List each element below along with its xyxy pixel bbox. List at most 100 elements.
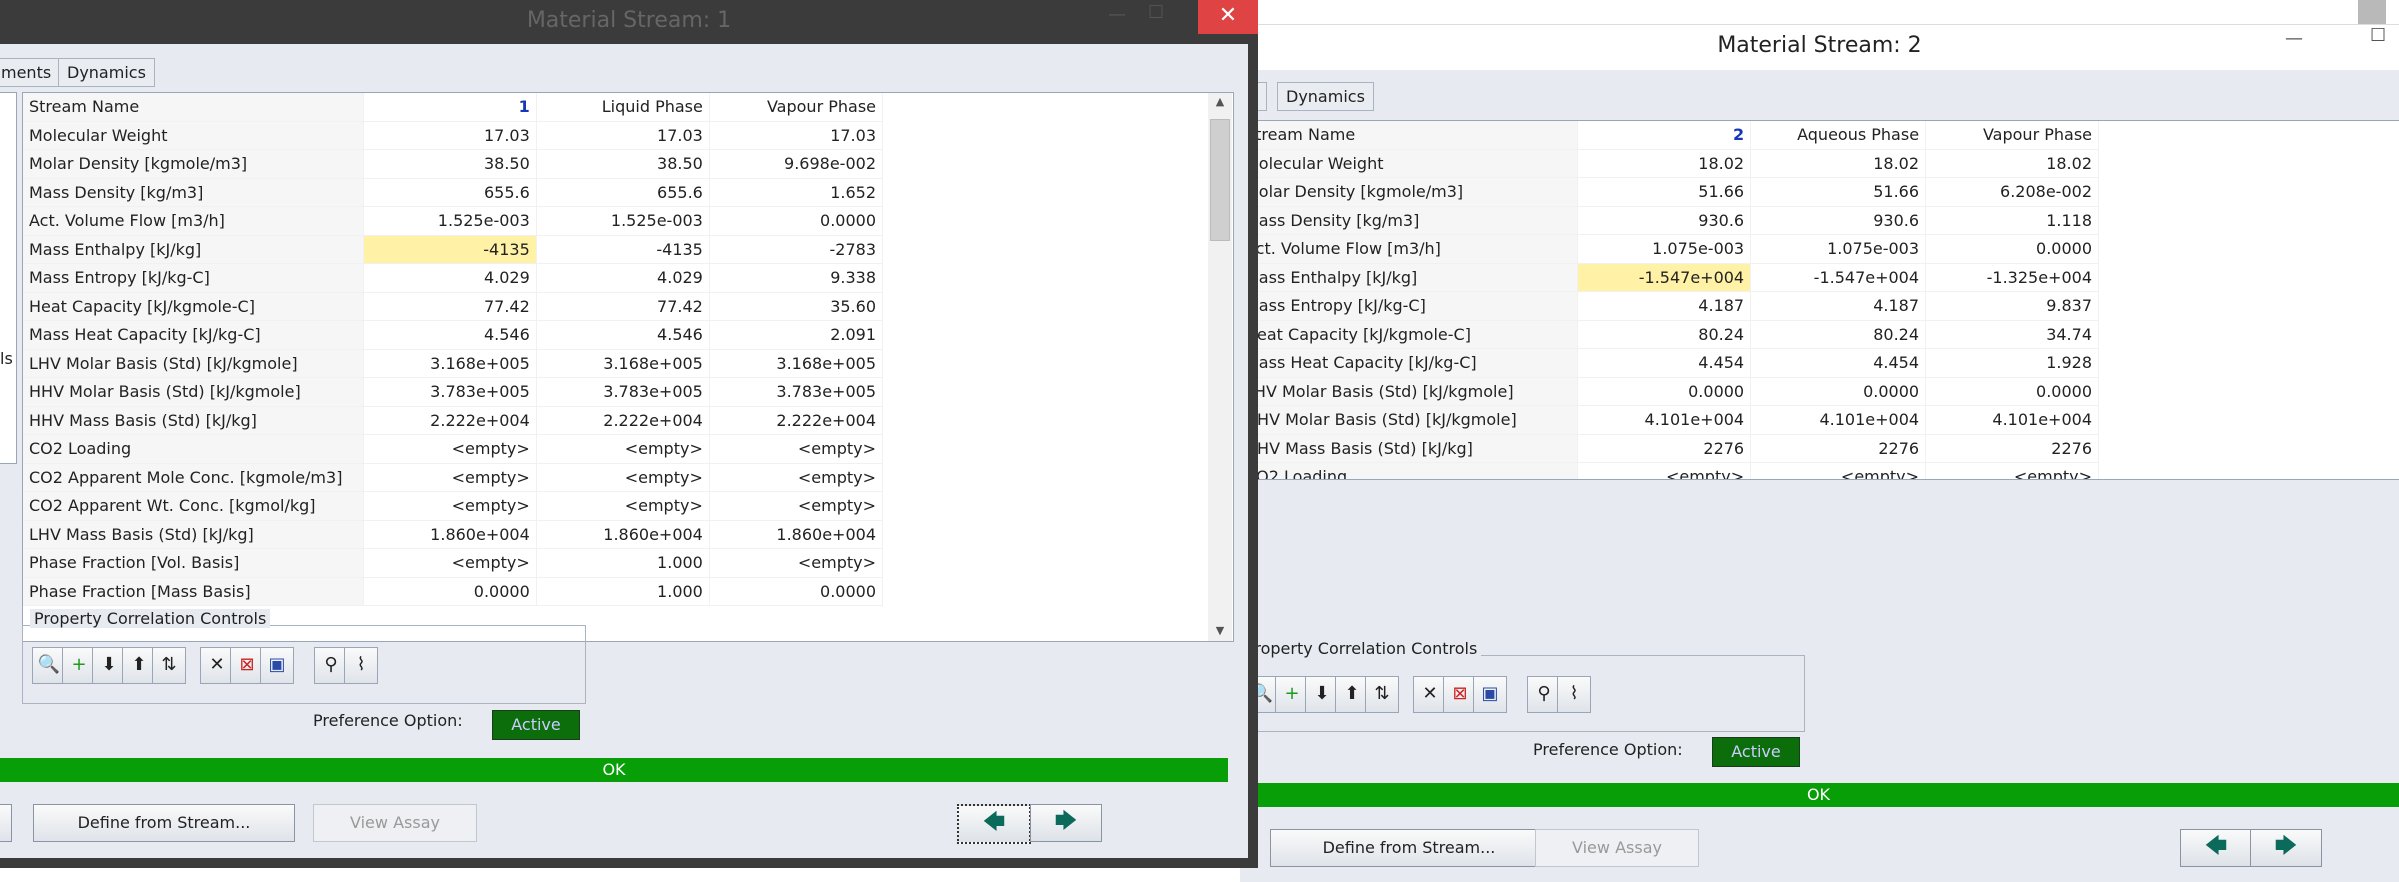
property-value[interactable]: -2783 <box>709 235 884 264</box>
next-arrow-icon[interactable]: 🡆 <box>2250 829 2322 867</box>
property-value[interactable]: 0.0000 <box>709 577 884 606</box>
property-value[interactable]: 4.187 <box>1577 291 1752 321</box>
property-value[interactable]: 4.101e+004 <box>1577 405 1752 435</box>
delete-icon[interactable]: ✕ <box>200 647 234 684</box>
property-value[interactable]: 1.075e-003 <box>1750 234 1927 264</box>
clear-icon[interactable]: ⊠ <box>230 647 264 684</box>
minimize-icon[interactable]: — <box>1108 4 1126 25</box>
property-value[interactable]: 655.6 <box>363 178 537 207</box>
property-value[interactable]: 1.118 <box>1925 206 2099 235</box>
property-value[interactable]: 1.928 <box>1925 348 2099 378</box>
define-from-stream-button[interactable]: Define from Stream... <box>33 804 295 842</box>
property-value[interactable]: 2.222e+004 <box>536 406 710 435</box>
preference-active-badge[interactable]: Active <box>492 710 580 740</box>
chart-icon[interactable]: ⌇ <box>1557 676 1591 713</box>
property-value[interactable]: 4.029 <box>536 263 710 293</box>
property-value[interactable]: 4.546 <box>363 320 537 350</box>
property-value[interactable]: 0.0000 <box>709 206 884 236</box>
property-value[interactable]: 80.24 <box>1577 320 1752 349</box>
property-value[interactable]: <empty> <box>709 463 884 492</box>
property-value[interactable]: 4.101e+004 <box>1750 405 1927 435</box>
property-value[interactable]: 1.525e-003 <box>363 206 537 236</box>
property-value[interactable]: 9.698e-002 <box>709 149 884 179</box>
scroll-down-icon[interactable]: ▼ <box>1208 624 1232 637</box>
property-value[interactable]: <empty> <box>363 463 537 492</box>
previous-arrow-icon[interactable]: 🡄 <box>957 804 1031 844</box>
property-value[interactable]: 0.0000 <box>363 577 537 606</box>
view-assay-button[interactable]: View Assay <box>313 804 477 842</box>
property-value[interactable]: 3.783e+005 <box>363 377 537 407</box>
property-value[interactable]: 38.50 <box>363 149 537 179</box>
property-value[interactable]: <empty> <box>709 434 884 464</box>
property-value[interactable]: <empty> <box>1577 462 1752 479</box>
property-value[interactable]: 655.6 <box>536 178 710 207</box>
preference-active-badge[interactable]: Active <box>1712 737 1800 767</box>
save-icon[interactable]: ▣ <box>260 647 294 684</box>
top-scroll-thumb[interactable] <box>2358 0 2386 24</box>
property-value[interactable]: 3.783e+005 <box>536 377 710 407</box>
property-value[interactable]: 34.74 <box>1925 320 2099 349</box>
move-down-icon[interactable]: ⬇ <box>92 647 126 684</box>
next-arrow-icon[interactable]: 🡆 <box>1030 804 1102 842</box>
property-value[interactable]: 77.42 <box>536 292 710 321</box>
save-icon[interactable]: ▣ <box>1473 676 1507 713</box>
maximize-icon[interactable]: ☐ <box>2370 25 2386 46</box>
partial-button[interactable] <box>0 804 12 842</box>
property-value[interactable]: 4.187 <box>1750 291 1927 321</box>
property-value[interactable]: 17.03 <box>363 121 537 150</box>
add-icon[interactable]: + <box>1275 676 1309 713</box>
property-value[interactable]: <empty> <box>363 491 537 521</box>
property-value[interactable]: 80.24 <box>1750 320 1927 349</box>
property-value[interactable]: 1.860e+004 <box>363 520 537 549</box>
sort-icon[interactable]: ⇅ <box>1365 676 1399 713</box>
property-value[interactable]: -1.325e+004 <box>1925 263 2099 292</box>
property-value[interactable]: 9.837 <box>1925 291 2099 321</box>
property-value[interactable]: 2276 <box>1750 434 1927 463</box>
property-value[interactable]: 9.338 <box>709 263 884 293</box>
vertical-scrollbar[interactable]: ▲ ▼ <box>1208 93 1232 641</box>
property-value[interactable]: 1.000 <box>536 577 710 606</box>
property-value[interactable]: <empty> <box>709 548 884 578</box>
property-value[interactable]: -4135 <box>362 234 537 264</box>
add-icon[interactable]: + <box>62 647 96 684</box>
clear-icon[interactable]: ⊠ <box>1443 676 1477 713</box>
property-value[interactable]: 930.6 <box>1750 206 1927 235</box>
property-value[interactable]: <empty> <box>1750 462 1927 479</box>
property-value[interactable]: <empty> <box>363 434 537 464</box>
property-value[interactable]: -1.547e+004 <box>1750 263 1927 292</box>
property-value[interactable]: 18.02 <box>1925 149 2099 178</box>
maximize-icon[interactable]: ☐ <box>1148 2 1164 23</box>
move-up-icon[interactable]: ⬆ <box>1335 676 1369 713</box>
move-down-icon[interactable]: ⬇ <box>1305 676 1339 713</box>
property-value[interactable]: 3.168e+005 <box>363 349 537 378</box>
chart-icon[interactable]: ⌇ <box>344 647 378 684</box>
property-value[interactable]: 1.000 <box>536 548 710 578</box>
move-up-icon[interactable]: ⬆ <box>122 647 156 684</box>
scroll-thumb[interactable] <box>1210 119 1230 241</box>
property-value[interactable]: 4.101e+004 <box>1925 405 2099 435</box>
property-value[interactable]: <empty> <box>536 434 710 464</box>
property-value[interactable]: 2.222e+004 <box>709 406 884 435</box>
property-value[interactable]: -1.547e+004 <box>1577 262 1752 292</box>
property-value[interactable]: 1.860e+004 <box>536 520 710 549</box>
property-value[interactable]: <empty> <box>363 548 537 578</box>
find-icon[interactable]: ⚲ <box>1527 676 1561 713</box>
property-value[interactable]: 51.66 <box>1577 177 1752 207</box>
scroll-up-icon[interactable]: ▲ <box>1208 95 1232 108</box>
property-value[interactable]: 2.222e+004 <box>363 406 537 435</box>
find-icon[interactable]: ⚲ <box>314 647 348 684</box>
property-value[interactable]: 4.029 <box>363 263 537 293</box>
property-value[interactable]: 0.0000 <box>1925 377 2099 406</box>
define-from-stream-button[interactable]: Define from Stream... <box>1270 829 1548 867</box>
minimize-icon[interactable]: — <box>2285 28 2303 49</box>
property-value[interactable]: 4.546 <box>536 320 710 350</box>
property-value[interactable]: 3.168e+005 <box>709 349 884 378</box>
property-value[interactable]: 0.0000 <box>1750 377 1927 406</box>
delete-icon[interactable]: ✕ <box>1413 676 1447 713</box>
property-value[interactable]: 35.60 <box>709 292 884 321</box>
property-value[interactable]: 2276 <box>1577 434 1752 463</box>
property-value[interactable]: <empty> <box>1925 462 2099 479</box>
tab-properties[interactable]: ments <box>0 58 61 87</box>
property-value[interactable]: 2276 <box>1925 434 2099 463</box>
property-value[interactable]: 6.208e-002 <box>1925 177 2099 207</box>
